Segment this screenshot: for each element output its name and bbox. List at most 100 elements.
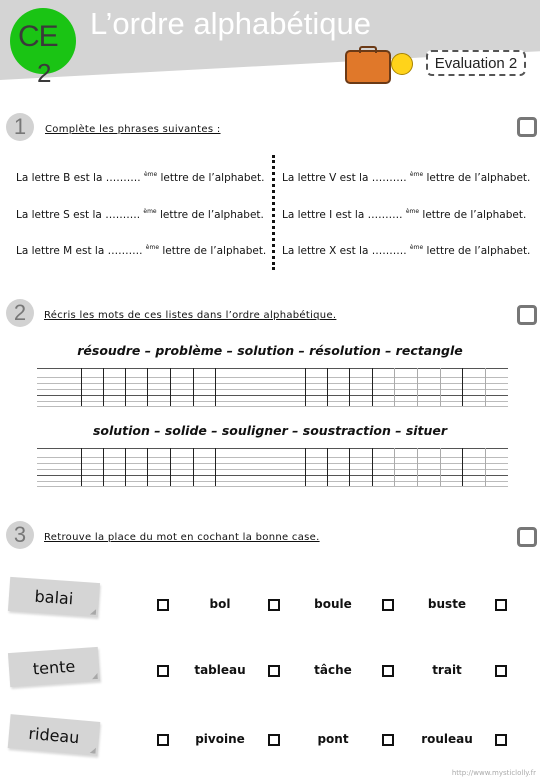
- word-list-2: solution – solide – souligner – soustrac…: [92, 423, 448, 438]
- writing-line: [37, 383, 508, 384]
- sentence-prefix: La lettre I est la: [282, 209, 365, 221]
- grid-column-line: [372, 448, 373, 486]
- choice-word: buste: [427, 597, 467, 611]
- writing-line: [37, 457, 508, 458]
- grid-column-line: [193, 448, 194, 486]
- ordinal-suffix: ème: [143, 208, 157, 215]
- footer-url: http://www.mysticlolly.fr: [451, 769, 536, 777]
- exercise-1-score-box[interactable]: [517, 117, 537, 137]
- answer-blank[interactable]: ……….: [372, 245, 407, 257]
- exercise-3-number: 3: [6, 521, 34, 549]
- writing-line: [37, 368, 508, 369]
- grid-column-line: [440, 368, 441, 406]
- sentence-suffix: lettre de l’alphabet.: [426, 245, 531, 257]
- choice-word: pont: [317, 732, 349, 746]
- writing-line: [37, 486, 508, 487]
- target-word: rideau: [27, 723, 81, 747]
- exercise-1-number: 1: [6, 113, 34, 141]
- answer-blank[interactable]: ……….: [105, 209, 140, 221]
- exercise-3-score-box[interactable]: [517, 527, 537, 547]
- grid-column-line: [485, 368, 486, 406]
- grid-column-line: [81, 368, 82, 406]
- grid-column-line: [215, 448, 216, 486]
- sentence-right-1: La lettre V est la ………. ème lettre de l’…: [282, 171, 530, 184]
- sentence-prefix: La lettre B est la: [16, 172, 103, 184]
- choice-checkbox[interactable]: [268, 665, 280, 677]
- grid-column-line: [125, 448, 126, 486]
- grid-column-line: [147, 448, 148, 486]
- grid-column-line: [327, 368, 328, 406]
- choice-checkbox[interactable]: [382, 599, 394, 611]
- choice-checkbox[interactable]: [495, 665, 507, 677]
- exercise-3-instruction: Retrouve la place du mot en cochant la b…: [44, 532, 320, 543]
- grid-column-line: [147, 368, 148, 406]
- evaluation-label: Evaluation 2: [426, 50, 526, 76]
- grid-column-line: [394, 368, 395, 406]
- answer-blank[interactable]: ……….: [372, 172, 407, 184]
- chick-icon: [391, 53, 413, 75]
- sentence-suffix: lettre de l’alphabet.: [162, 245, 267, 257]
- target-word: balai: [34, 586, 74, 608]
- level-badge-text: CE: [18, 20, 59, 53]
- sentence-suffix: lettre de l’alphabet.: [159, 209, 264, 221]
- grid-column-line: [394, 448, 395, 486]
- writing-line: [37, 448, 508, 449]
- choice-checkbox[interactable]: [157, 734, 169, 746]
- choice-word: tâche: [314, 663, 352, 677]
- ordinal-suffix: ème: [145, 244, 160, 251]
- grid-column-line: [193, 368, 194, 406]
- grid-column-line: [349, 448, 350, 486]
- choice-checkbox[interactable]: [382, 734, 394, 746]
- sentence-left-2: La lettre S est la ………. ème lettre de l’…: [16, 208, 264, 221]
- grid-column-line: [215, 368, 216, 406]
- grid-column-line: [417, 368, 418, 406]
- page-title: L’ordre alphabétique: [90, 6, 371, 41]
- writing-line: [37, 481, 508, 482]
- writing-line: [37, 377, 508, 378]
- choice-checkbox[interactable]: [157, 599, 169, 611]
- choice-checkbox[interactable]: [495, 599, 507, 611]
- grid-column-line: [462, 368, 463, 406]
- writing-lines-1[interactable]: [37, 368, 508, 407]
- sentence-left-1: La lettre B est la ………. ème lettre de l’…: [16, 171, 264, 184]
- answer-blank[interactable]: ……….: [106, 172, 141, 184]
- sentence-left-3: La lettre M est la ………. ème lettre de l’…: [16, 244, 266, 257]
- writing-lines-2[interactable]: [37, 448, 508, 487]
- choice-word: rouleau: [421, 732, 473, 746]
- writing-line: [37, 469, 508, 470]
- answer-blank[interactable]: ……….: [368, 209, 403, 221]
- sentence-right-2: La lettre I est la ………. ème lettre de l’…: [282, 208, 526, 221]
- choice-word: pivoine: [195, 732, 245, 746]
- exercise-2-number: 2: [6, 299, 34, 327]
- ordinal-suffix: ème: [409, 244, 424, 251]
- grid-column-line: [81, 448, 82, 486]
- writing-line: [37, 475, 508, 476]
- choice-checkbox[interactable]: [382, 665, 394, 677]
- sentence-prefix: La lettre X est la: [282, 245, 369, 257]
- target-word: tente: [32, 656, 76, 678]
- ordinal-suffix: ème: [143, 171, 158, 178]
- word-tag-balai: balai: [7, 576, 101, 618]
- grid-column-line: [485, 448, 486, 486]
- grid-column-line: [103, 448, 104, 486]
- sentence-prefix: La lettre V est la: [282, 172, 369, 184]
- writing-line: [37, 401, 508, 402]
- choice-checkbox[interactable]: [495, 734, 507, 746]
- choice-word: trait: [432, 663, 462, 677]
- choice-checkbox[interactable]: [268, 734, 280, 746]
- answer-blank[interactable]: ……….: [108, 245, 143, 257]
- grid-column-line: [327, 448, 328, 486]
- sentence-right-3: La lettre X est la ………. ème lettre de l’…: [282, 244, 530, 257]
- exercise-2-score-box[interactable]: [517, 305, 537, 325]
- choice-checkbox[interactable]: [268, 599, 280, 611]
- grid-column-line: [125, 368, 126, 406]
- choice-checkbox[interactable]: [157, 665, 169, 677]
- ordinal-suffix: ème: [405, 208, 420, 215]
- grid-column-line: [170, 448, 171, 486]
- sentence-suffix: lettre de l’alphabet.: [426, 172, 531, 184]
- writing-line: [37, 389, 508, 390]
- sentence-prefix: La lettre S est la: [16, 209, 102, 221]
- writing-line: [37, 463, 508, 464]
- grid-column-line: [440, 448, 441, 486]
- grid-column-line: [170, 368, 171, 406]
